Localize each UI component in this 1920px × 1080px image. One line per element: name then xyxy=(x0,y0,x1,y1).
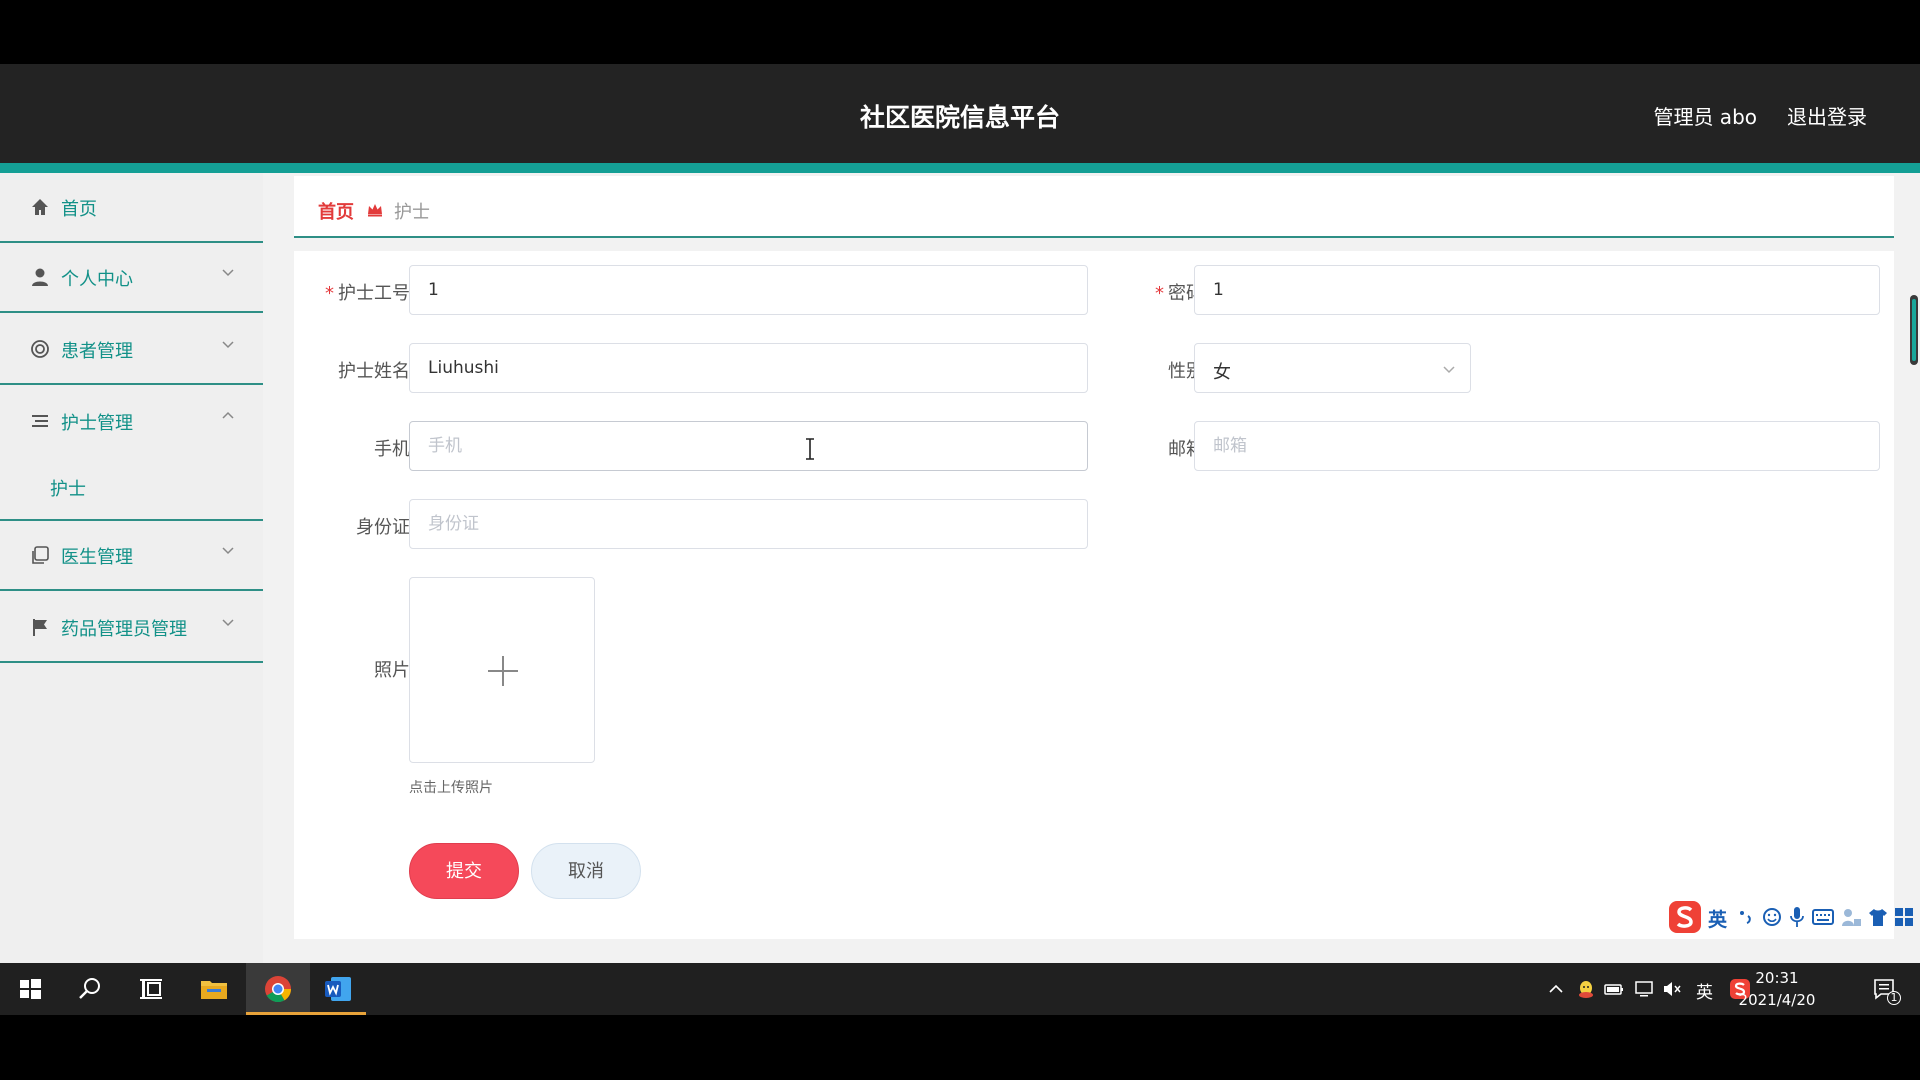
windows-start-icon[interactable] xyxy=(14,973,46,1005)
email-label: 邮箱 xyxy=(1168,439,1204,460)
site-title: 社区医院信息平台 xyxy=(859,103,1060,132)
app-body: 首页 个人中心 患者管理 护士管理 护士 医生管理 药品管理员管理 首页 护士 … xyxy=(0,173,1920,963)
breadcrumb-home-link[interactable]: 首页 xyxy=(318,198,354,224)
qq-icon[interactable] xyxy=(1576,979,1596,999)
plus-icon xyxy=(488,656,518,686)
file-explorer-icon[interactable] xyxy=(198,973,230,1005)
copy-icon xyxy=(32,546,49,564)
chevron-up-icon xyxy=(222,411,234,419)
nurse-name-label: 护士姓名 xyxy=(338,361,410,382)
sidebar-item-label: 首页 xyxy=(61,199,97,220)
ime-mode-label[interactable]: 英 xyxy=(1708,905,1727,932)
id-card-input[interactable] xyxy=(409,499,1088,549)
sidebar-item-label: 个人中心 xyxy=(61,269,133,290)
grid-menu-icon[interactable] xyxy=(1894,907,1914,927)
gender-select-value: 女 xyxy=(1213,362,1231,383)
photo-upload-tip: 点击上传照片 xyxy=(409,780,493,796)
user-icon xyxy=(32,268,48,286)
volume-muted-icon[interactable] xyxy=(1662,979,1682,999)
email-input[interactable] xyxy=(1194,421,1880,471)
breadcrumb-current: 护士 xyxy=(394,202,430,223)
cancel-button[interactable]: 取消 xyxy=(531,843,641,899)
sidebar-item-label: 患者管理 xyxy=(61,341,133,362)
scrollbar-thumb-inner xyxy=(1912,299,1916,361)
shirt-icon[interactable] xyxy=(1868,907,1888,927)
search-icon[interactable] xyxy=(74,973,106,1005)
chrome-icon[interactable] xyxy=(262,973,294,1005)
photo-label: 照片 xyxy=(374,660,410,681)
flag-icon xyxy=(33,619,47,636)
chevron-up-icon[interactable] xyxy=(1546,979,1566,999)
task-view-icon[interactable] xyxy=(134,973,166,1005)
chrome-running-indicator xyxy=(246,1012,310,1015)
gender-select[interactable]: 女 xyxy=(1194,343,1471,393)
sidebar-item-doctor-management[interactable]: 医生管理 xyxy=(0,521,263,591)
crown-icon xyxy=(368,204,382,217)
required-mark: * xyxy=(1155,283,1164,304)
id-card-label: 身份证 xyxy=(356,517,410,538)
sidebar-item-nurse-management[interactable]: 护士管理 xyxy=(0,387,263,457)
patients-icon xyxy=(31,340,49,358)
list-icon xyxy=(32,415,48,427)
password-input[interactable] xyxy=(1194,265,1880,315)
notification-count-badge: 1 xyxy=(1887,991,1901,1005)
ime-toolbar: 英 xyxy=(1668,900,1920,934)
word-icon[interactable] xyxy=(322,973,354,1005)
phone-label: 手机 xyxy=(374,439,410,460)
logout-link[interactable]: 退出登录 xyxy=(1787,101,1867,130)
text-cursor-icon xyxy=(806,438,814,460)
word-running-indicator xyxy=(310,1012,366,1015)
nurse-id-input[interactable] xyxy=(409,265,1088,315)
chevron-down-icon xyxy=(222,547,234,555)
sogou-logo-icon[interactable] xyxy=(1668,900,1702,934)
battery-icon[interactable] xyxy=(1604,979,1624,999)
clock-time[interactable]: 20:31 xyxy=(1722,969,1832,987)
home-icon xyxy=(32,199,48,215)
sidebar-subitem-label: 护士 xyxy=(50,479,86,500)
sidebar-subitem-nurse[interactable]: 护士 xyxy=(0,457,263,521)
password-label: * 密码 xyxy=(1155,283,1204,304)
nurse-id-label: * 护士工号 xyxy=(325,283,410,304)
sidebar-item-patients[interactable]: 患者管理 xyxy=(0,315,263,385)
skin-icon[interactable] xyxy=(1840,907,1862,927)
chevron-down-icon xyxy=(1443,366,1455,374)
chevron-down-icon xyxy=(222,269,234,277)
submit-button[interactable]: 提交 xyxy=(409,843,519,899)
admin-label: 管理员 abo xyxy=(1653,105,1757,129)
photo-upload-box[interactable] xyxy=(409,577,595,763)
network-icon[interactable] xyxy=(1634,979,1654,999)
microphone-icon[interactable] xyxy=(1789,906,1805,928)
scrollbar-thumb[interactable] xyxy=(1910,295,1918,365)
sidebar-item-label: 医生管理 xyxy=(61,547,133,568)
header-accent-bar xyxy=(0,163,1920,173)
sidebar-item-label: 护士管理 xyxy=(61,413,133,434)
chevron-down-icon xyxy=(222,619,234,627)
keyboard-icon[interactable] xyxy=(1812,909,1834,925)
chevron-down-icon xyxy=(222,341,234,349)
tray-language-label[interactable]: 英 xyxy=(1696,978,1713,1003)
gender-label: 性别 xyxy=(1168,361,1204,382)
taskbar: 英 20:31 2021/4/20 1 xyxy=(0,963,1920,1015)
screen: 社区医院信息平台 管理员 abo 退出登录 首页 个人中心 患者管理 护士管理 … xyxy=(0,0,1920,1080)
sidebar: 首页 个人中心 患者管理 护士管理 护士 医生管理 药品管理员管理 xyxy=(0,173,263,963)
emoji-icon[interactable] xyxy=(1762,907,1782,927)
nurse-name-input[interactable] xyxy=(409,343,1088,393)
required-mark: * xyxy=(325,283,334,304)
sidebar-item-personal-center[interactable]: 个人中心 xyxy=(0,243,263,313)
phone-input[interactable] xyxy=(409,421,1088,471)
nurse-form: *护士工号 *密码 护士姓名 性别 女 手机 邮箱 身份证 照片 xyxy=(294,251,1894,939)
sidebar-item-home[interactable]: 首页 xyxy=(0,173,263,243)
sidebar-item-label: 药品管理员管理 xyxy=(61,619,187,640)
breadcrumb: 首页 护士 xyxy=(294,176,1894,238)
sidebar-item-pharmacist-management[interactable]: 药品管理员管理 xyxy=(0,593,263,663)
clock-date[interactable]: 2021/4/20 xyxy=(1722,991,1832,1009)
punctuation-icon[interactable] xyxy=(1738,908,1754,926)
